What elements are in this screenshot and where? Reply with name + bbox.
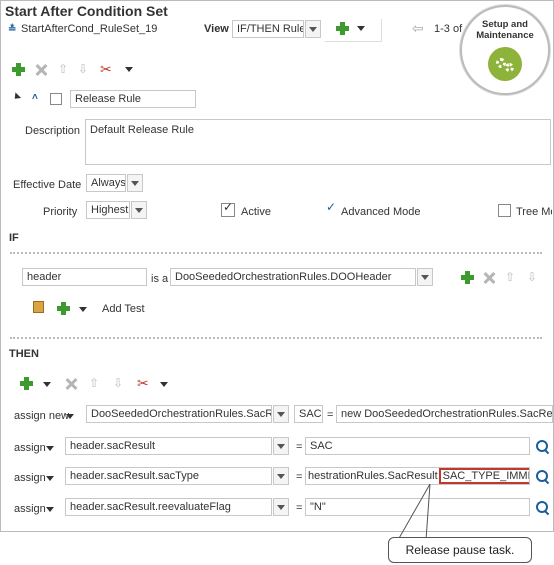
assign-value-input[interactable]: new DooSeededOrchestrationRules.SacResul… — [336, 405, 553, 423]
assign-var-input[interactable]: SAC — [294, 405, 323, 423]
priority-dropdown-button[interactable] — [131, 201, 147, 219]
search-icon[interactable] — [536, 440, 548, 452]
action-label: assign — [14, 472, 46, 484]
add-menu-box — [325, 19, 382, 42]
if-fact-type-select[interactable]: DooSeededOrchestrationRules.DOOHeader — [170, 268, 416, 286]
equals-sign: = — [296, 441, 303, 453]
add-test-caret-icon[interactable] — [79, 307, 87, 312]
delete-icon[interactable] — [35, 64, 47, 76]
add-rule-icon[interactable] — [336, 22, 349, 35]
action-caret-icon[interactable] — [66, 414, 74, 419]
assign-target-dropdown-button[interactable] — [273, 437, 289, 455]
active-check-icon: ✓ — [223, 200, 234, 214]
effective-date-dropdown-button[interactable] — [127, 174, 143, 192]
active-label: Active — [241, 206, 271, 218]
search-icon[interactable] — [536, 470, 548, 482]
page-title: Start After Condition Set — [5, 3, 168, 19]
view-label: View — [204, 23, 229, 35]
assign-target-select[interactable]: header.sacResult.sacType — [65, 467, 272, 485]
effective-date-label: Effective Date — [13, 179, 82, 191]
advanced-mode-check-icon[interactable]: ✓ — [326, 200, 336, 214]
paging-text: 1-3 of — [434, 23, 463, 35]
move-down-icon[interactable]: ⇩ — [77, 63, 89, 75]
rule-name-input[interactable]: Release Rule — [70, 90, 196, 108]
assign-target-dropdown-button[interactable] — [273, 467, 289, 485]
assign-value-input[interactable]: SAC — [305, 437, 530, 455]
action-caret-icon[interactable] — [46, 446, 54, 451]
search-icon[interactable] — [536, 501, 548, 513]
then-more-caret-icon[interactable] — [160, 382, 168, 387]
then-section-label: THEN — [9, 348, 39, 360]
then-delete-icon[interactable] — [65, 378, 77, 390]
if-move-up-icon[interactable]: ⇧ — [504, 271, 516, 283]
if-add-icon[interactable] — [461, 271, 474, 284]
toolbar-more-caret-icon[interactable] — [125, 67, 133, 72]
tree-mode-label: Tree Mo — [516, 206, 552, 218]
assign-target-select[interactable]: DooSeededOrchestrationRules.SacResult — [86, 405, 272, 423]
previous-page-icon[interactable]: ⇦ — [412, 20, 424, 37]
tree-mode-checkbox[interactable] — [498, 204, 511, 217]
then-move-up-icon[interactable]: ⇧ — [88, 377, 100, 389]
setup-maintenance-badge[interactable]: Setup and Maintenance — [460, 5, 550, 95]
advanced-mode-label: Advanced Mode — [341, 206, 421, 218]
then-add-caret-icon[interactable] — [43, 382, 51, 387]
if-section-divider — [10, 252, 542, 254]
equals-sign: = — [296, 471, 303, 483]
view-select[interactable]: IF/THEN Rules — [232, 20, 304, 38]
if-delete-icon[interactable] — [483, 272, 495, 284]
equals-sign: = — [327, 409, 334, 421]
callout-pointer — [397, 483, 431, 541]
gears-icon — [488, 47, 522, 81]
effective-date-select[interactable]: Always — [86, 174, 126, 192]
add-test-plus-icon[interactable] — [57, 302, 70, 315]
action-caret-icon[interactable] — [46, 507, 54, 512]
priority-select[interactable]: Highest — [86, 201, 130, 219]
assign-target-select[interactable]: header.sacResult — [65, 437, 272, 455]
is-a-label: is a — [151, 273, 169, 285]
assign-target-dropdown-button[interactable] — [273, 405, 289, 423]
view-dropdown-button[interactable] — [305, 20, 321, 38]
action-label: assign — [14, 442, 46, 454]
then-add-icon[interactable] — [20, 377, 33, 390]
equals-sign: = — [296, 502, 303, 514]
badge-label: Setup and Maintenance — [476, 19, 534, 41]
action-label: assign new — [14, 410, 70, 422]
move-up-icon[interactable]: ⇧ — [57, 63, 69, 75]
if-section-label: IF — [9, 232, 19, 244]
add-menu-caret-icon[interactable] — [357, 26, 365, 31]
then-section-divider — [10, 337, 542, 339]
action-label: assign — [14, 503, 46, 515]
assign-target-dropdown-button[interactable] — [273, 498, 289, 516]
collapse-double-chevron-icon[interactable]: ≛ — [8, 24, 16, 35]
add-test-link[interactable]: Add Test — [102, 303, 145, 315]
callout-note: Release pause task. — [388, 537, 532, 563]
clipboard-icon[interactable] — [33, 301, 44, 313]
description-label: Description — [25, 125, 81, 137]
if-fact-type-dropdown-button[interactable] — [417, 268, 433, 286]
assign-target-select[interactable]: header.sacResult.reevaluateFlag — [65, 498, 272, 516]
collapse-chevron-icon[interactable]: ˄ — [32, 92, 38, 103]
if-variable-input[interactable]: header — [22, 268, 147, 286]
rule-select-checkbox[interactable] — [50, 93, 62, 105]
description-textarea[interactable]: Default Release Rule — [85, 119, 551, 165]
action-caret-icon[interactable] — [46, 476, 54, 481]
ruleset-name: StartAfterCond_RuleSet_19 — [21, 23, 158, 35]
add-icon[interactable] — [12, 63, 25, 76]
cut-icon[interactable]: ✂ — [100, 61, 112, 78]
priority-label: Priority — [43, 206, 78, 218]
then-cut-icon[interactable]: ✂ — [137, 375, 149, 392]
if-move-down-icon[interactable]: ⇩ — [526, 271, 538, 283]
then-move-down-icon[interactable]: ⇩ — [112, 377, 124, 389]
